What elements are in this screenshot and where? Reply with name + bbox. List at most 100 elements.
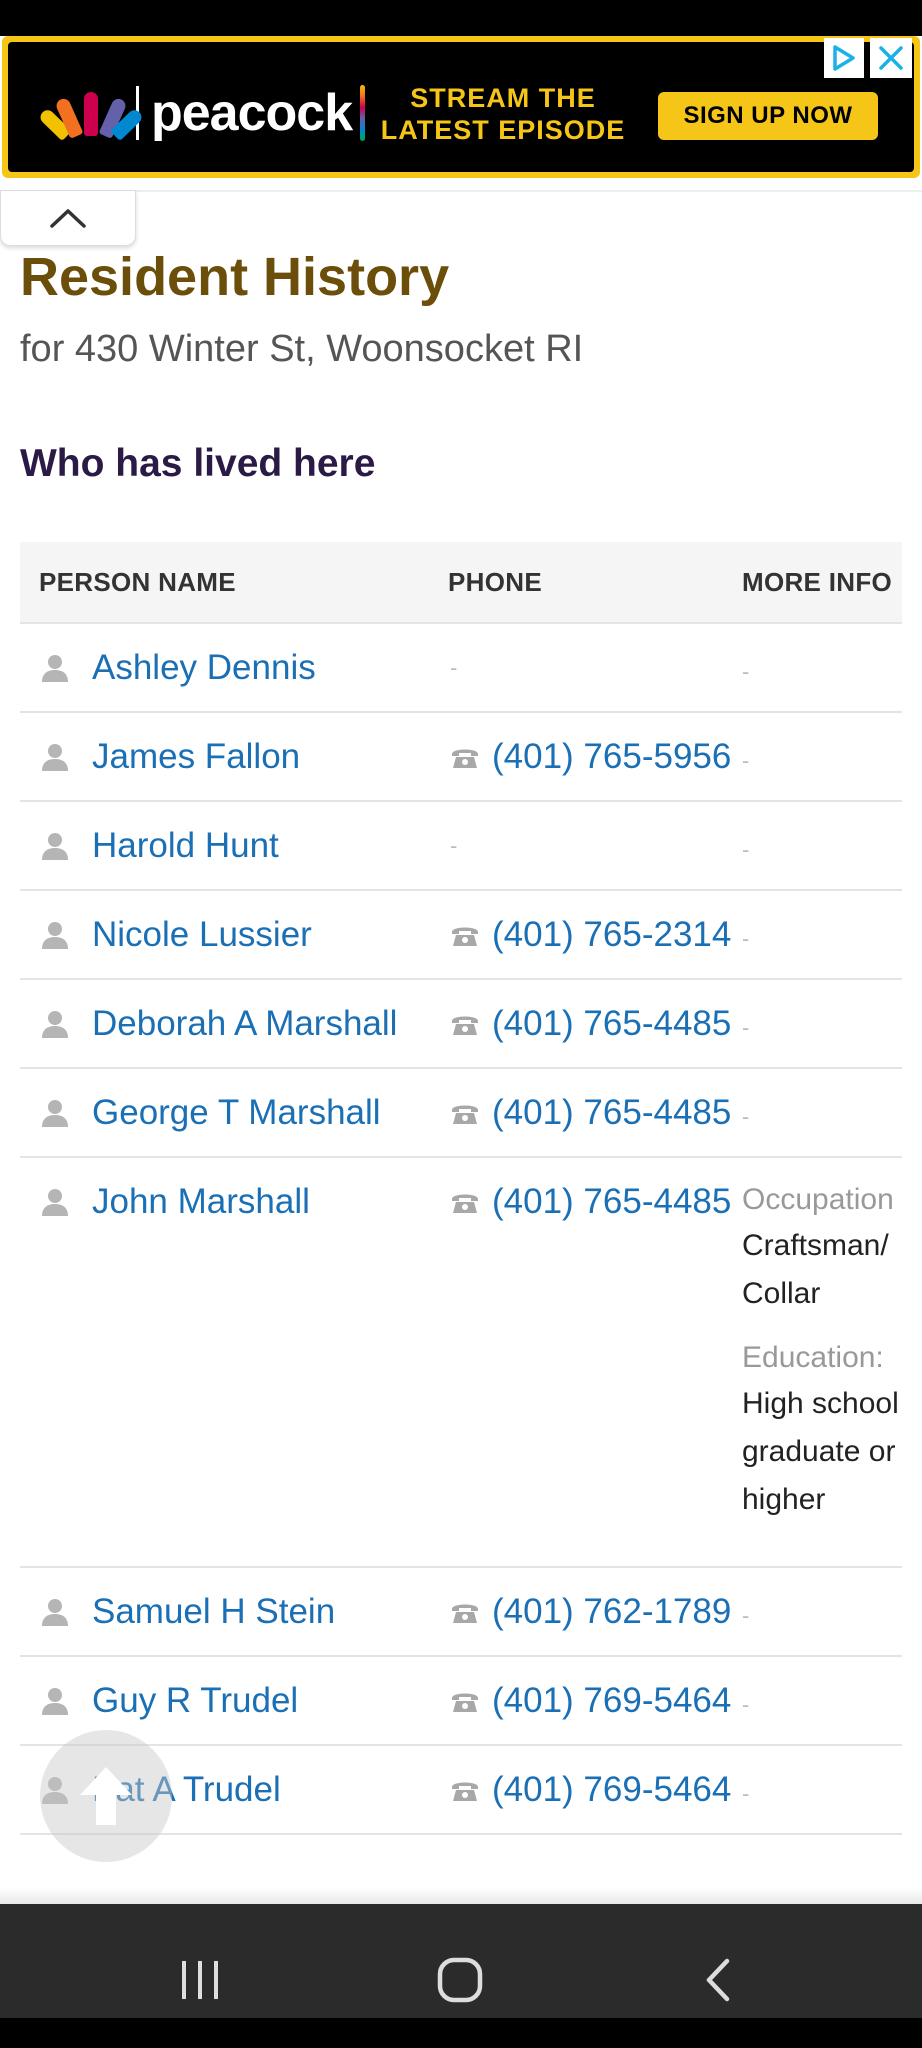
home-button[interactable] — [420, 1940, 500, 2020]
person-cell: Guy R Trudel — [40, 1681, 298, 1721]
section-title: Who has lived here — [20, 442, 376, 485]
back-icon — [706, 1958, 730, 2002]
phone-icon — [450, 1778, 480, 1802]
home-icon — [437, 1957, 483, 2003]
more-info-cell: - — [742, 737, 912, 781]
education-value-line2: graduate or — [742, 1435, 896, 1468]
more-info-cell: - — [742, 826, 912, 870]
table-row: James Fallon (401) 765-5956- — [20, 713, 902, 802]
phone-icon — [450, 1190, 480, 1214]
info-empty: - — [742, 837, 750, 862]
person-icon — [40, 831, 70, 861]
phone-link[interactable]: (401) 765-4485 — [492, 1004, 731, 1044]
more-info-cell: - — [742, 1770, 912, 1814]
arrow-up-icon — [80, 1767, 132, 1825]
phone-cell: (401) 765-5956 — [450, 737, 731, 777]
person-cell: Harold Hunt — [40, 826, 279, 866]
phone-cell: (401) 765-4485 — [450, 1093, 731, 1133]
person-cell: Ashley Dennis — [40, 648, 316, 688]
ad-banner[interactable]: peacock STREAM THE LATEST EPISODE SIGN U… — [2, 36, 920, 178]
person-icon — [40, 653, 70, 683]
person-cell: James Fallon — [40, 737, 300, 777]
phone-cell: (401) 769-5464 — [450, 1681, 731, 1721]
phone-link[interactable]: (401) 765-5956 — [492, 737, 731, 777]
phone-icon — [450, 1600, 480, 1624]
phone-cell: - — [450, 648, 457, 688]
nav-bar-bottom — [0, 2018, 922, 2048]
more-info-cell: - — [742, 1093, 912, 1137]
phone-cell: - — [450, 826, 457, 866]
phone-link[interactable]: (401) 769-5464 — [492, 1681, 731, 1721]
person-cell: Samuel H Stein — [40, 1592, 335, 1632]
phone-link[interactable]: (401) 762-1789 — [492, 1592, 731, 1632]
phone-cell: (401) 762-1789 — [450, 1592, 731, 1632]
person-icon — [40, 1686, 70, 1716]
divider — [0, 190, 922, 192]
person-cell: Nicole Lussier — [40, 915, 312, 955]
person-cell: George T Marshall — [40, 1093, 381, 1133]
page-title: Resident History — [20, 247, 450, 307]
ad-content[interactable]: peacock STREAM THE LATEST EPISODE SIGN U… — [8, 42, 914, 172]
person-name-link[interactable]: Ashley Dennis — [92, 648, 316, 688]
ad-headline-line2: LATEST EPISODE — [380, 115, 626, 146]
recent-apps-icon — [182, 1961, 218, 1999]
table-row: Guy R Trudel (401) 769-5464- — [20, 1657, 902, 1746]
ad-signup-button[interactable]: SIGN UP NOW — [658, 92, 878, 140]
more-info-cell: - — [742, 915, 912, 959]
ad-close-icon[interactable] — [870, 38, 912, 78]
person-cell: Deborah A Marshall — [40, 1004, 397, 1044]
person-name-link[interactable]: James Fallon — [92, 737, 300, 777]
phone-cell: (401) 765-2314 — [450, 915, 731, 955]
more-info-cell: - — [742, 648, 912, 692]
table-row: Nicole Lussier (401) 765-2314- — [20, 891, 902, 980]
person-icon — [40, 1597, 70, 1627]
scroll-to-top-button[interactable] — [40, 1730, 172, 1862]
person-name-link[interactable]: Nicole Lussier — [92, 915, 312, 955]
more-info-cell: - — [742, 1592, 912, 1636]
page-bottom — [0, 1888, 922, 1904]
info-empty: - — [742, 659, 750, 684]
info-empty: - — [742, 1781, 750, 1806]
table-header: PERSON NAME PHONE MORE INFO — [20, 542, 902, 624]
phone-cell: (401) 765-4485 — [450, 1182, 731, 1222]
person-name-link[interactable]: John Marshall — [92, 1182, 310, 1222]
header-person-name: PERSON NAME — [39, 566, 236, 597]
more-info-cell: - — [742, 1681, 912, 1725]
ad-headline: STREAM THE LATEST EPISODE — [368, 82, 638, 147]
person-cell: John Marshall — [40, 1182, 310, 1222]
phone-link[interactable]: (401) 765-4485 — [492, 1182, 731, 1222]
person-name-link[interactable]: Deborah A Marshall — [92, 1004, 397, 1044]
table-row: Harold Hunt - - — [20, 802, 902, 891]
more-info-cell: Occupation Craftsman/Collar Education: High… — [742, 1178, 912, 1524]
person-icon — [40, 920, 70, 950]
table-row: Samuel H Stein (401) 762-1789- — [20, 1568, 902, 1657]
phone-link[interactable]: (401) 769-5464 — [492, 1770, 731, 1810]
back-button[interactable] — [678, 1940, 758, 2020]
table-row: Ashley Dennis - - — [20, 624, 902, 713]
ad-brand-text: peacock — [151, 84, 353, 142]
education-label: Education: — [742, 1341, 884, 1374]
person-name-link[interactable]: Harold Hunt — [92, 826, 279, 866]
phone-empty: - — [450, 833, 458, 858]
header-more-info: MORE INFO — [742, 566, 893, 597]
collapse-ad-button[interactable] — [0, 190, 136, 246]
phone-link[interactable]: (401) 765-4485 — [492, 1093, 731, 1133]
status-bar — [0, 0, 922, 36]
phone-icon — [450, 923, 480, 947]
header-phone: PHONE — [448, 566, 542, 597]
ad-choices-icon[interactable] — [824, 38, 864, 78]
recent-apps-button[interactable] — [160, 1940, 240, 2020]
phone-icon — [450, 1012, 480, 1036]
person-name-link[interactable]: Guy R Trudel — [92, 1681, 298, 1721]
person-name-link[interactable]: George T Marshall — [92, 1093, 381, 1133]
logo-color-bar — [360, 85, 366, 141]
phone-link[interactable]: (401) 765-2314 — [492, 915, 731, 955]
peacock-logo: peacock — [37, 80, 366, 146]
person-name-link[interactable]: Samuel H Stein — [92, 1592, 335, 1632]
occupation-value-line2: Collar — [742, 1277, 821, 1310]
info-empty: - — [742, 926, 750, 951]
person-icon — [40, 1098, 70, 1128]
person-icon — [40, 1009, 70, 1039]
occupation-value-line1: Craftsman/ — [742, 1229, 889, 1262]
info-empty: - — [742, 1104, 750, 1129]
